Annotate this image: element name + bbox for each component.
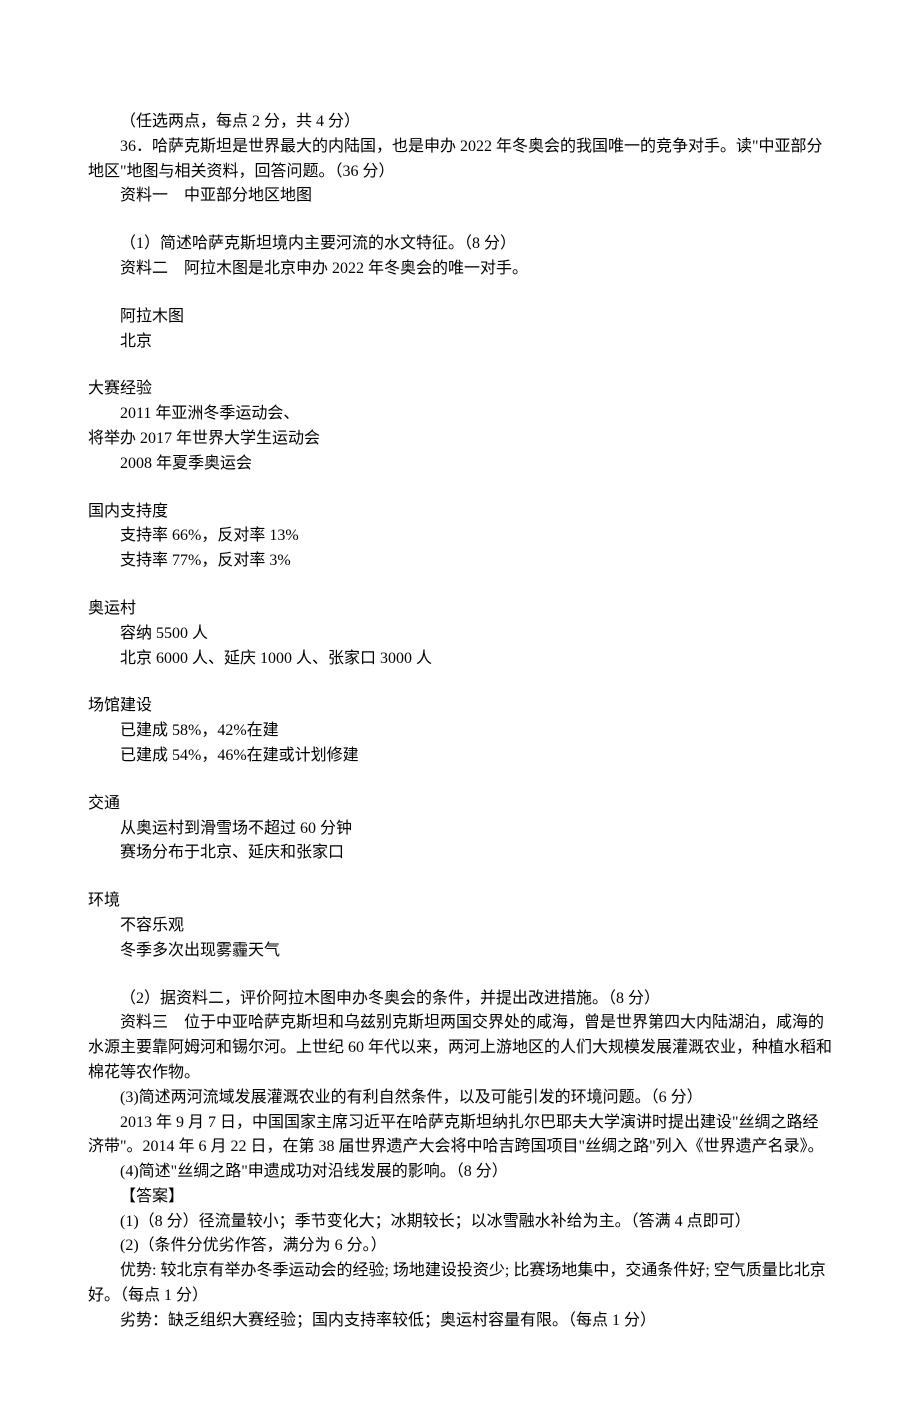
table-cell: 已建成 58%，42%在建 xyxy=(88,719,832,744)
table-cell: 从奥运村到滑雪场不超过 60 分钟 xyxy=(88,817,832,842)
table-cell: 2011 年亚洲冬季运动会、 xyxy=(88,402,832,427)
answer-2-disadvantage: 劣势：缺乏组织大赛经验；国内支持率较低；奥运村容量有限。（每点 1 分） xyxy=(88,1309,832,1334)
answer-1: (1)（8 分）径流量较小；季节变化大；冰期较长；以冰雪融水补给为主。（答满 4… xyxy=(88,1210,832,1235)
table-cell: 2008 年夏季奥运会 xyxy=(88,452,832,477)
table-col-header-2: 北京 xyxy=(88,330,832,355)
question-36-3: (3)简述两河流域发展灌溉农业的有利自然条件，以及可能引发的环境问题。（6 分） xyxy=(88,1086,832,1111)
table-row-header: 奥运村 xyxy=(88,597,832,622)
question-36-2: （2）据资料二，评价阿拉木图申办冬奥会的条件，并提出改进措施。（8 分） xyxy=(88,987,832,1012)
table-cell: 赛场分布于北京、延庆和张家口 xyxy=(88,841,832,866)
answer-2-advantage: 优势: 较北京有举办冬季运动会的经验; 场地建设投资少; 比赛场地集中，交通条件… xyxy=(88,1259,832,1309)
table-row-header: 国内支持度 xyxy=(88,500,832,525)
material-3: 资料三 位于中亚哈萨克斯坦和乌兹别克斯坦两国交界处的咸海，曾是世界第四大内陆湖泊… xyxy=(88,1011,832,1085)
table-cell: 支持率 66%，反对率 13% xyxy=(88,524,832,549)
question-36-stem: 36．哈萨克斯坦是世界最大的内陆国，也是申办 2022 年冬奥会的我国唯一的竞争… xyxy=(88,135,832,185)
table-cell: 北京 6000 人、延庆 1000 人、张家口 3000 人 xyxy=(88,647,832,672)
question-36-1: （1）简述哈萨克斯坦境内主要河流的水文特征。（8 分） xyxy=(88,232,832,257)
table-row-header: 交通 xyxy=(88,792,832,817)
table-cell: 冬季多次出现雾霾天气 xyxy=(88,939,832,964)
table-cell: 将举办 2017 年世界大学生运动会 xyxy=(88,427,832,452)
material-1-title: 资料一 中亚部分地区地图 xyxy=(88,184,832,209)
context-text: 2013 年 9 月 7 日，中国国家主席习近平在哈萨克斯坦纳扎尔巴耶夫大学演讲… xyxy=(88,1111,832,1161)
table-col-header-1: 阿拉木图 xyxy=(88,305,832,330)
note-scoring: （任选两点，每点 2 分，共 4 分） xyxy=(88,110,832,135)
document-page: （任选两点，每点 2 分，共 4 分） 36．哈萨克斯坦是世界最大的内陆国，也是… xyxy=(0,0,920,1414)
table-row-header: 环境 xyxy=(88,889,832,914)
table-row-header: 场馆建设 xyxy=(88,694,832,719)
answer-2-header: (2)（条件分优劣作答，满分为 6 分。） xyxy=(88,1234,832,1259)
table-cell: 已建成 54%，46%在建或计划修建 xyxy=(88,744,832,769)
table-cell: 容纳 5500 人 xyxy=(88,622,832,647)
table-cell: 支持率 77%，反对率 3% xyxy=(88,549,832,574)
question-36-4: (4)简述"丝绸之路"申遗成功对沿线发展的影响。（8 分） xyxy=(88,1160,832,1185)
table-cell: 不容乐观 xyxy=(88,914,832,939)
material-2-title: 资料二 阿拉木图是北京申办 2022 年冬奥会的唯一对手。 xyxy=(88,257,832,282)
answer-header: 【答案】 xyxy=(88,1185,832,1210)
table-row-header: 大赛经验 xyxy=(88,377,832,402)
